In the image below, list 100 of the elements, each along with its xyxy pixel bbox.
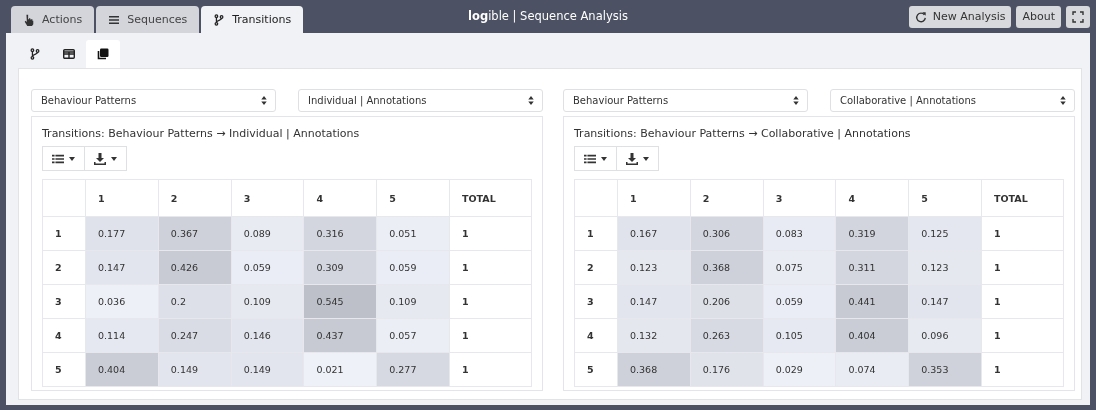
hand-icon bbox=[23, 13, 35, 26]
table-cell: 0.368 bbox=[617, 352, 691, 387]
table-cell: 0.426 bbox=[158, 250, 232, 285]
row-header: 5 bbox=[574, 352, 618, 387]
table-cell: 1 bbox=[449, 250, 532, 285]
table-cell: 0.176 bbox=[690, 352, 764, 387]
menu-icon bbox=[108, 13, 121, 26]
table-cell: 0.247 bbox=[158, 318, 232, 353]
download-icon bbox=[626, 152, 638, 165]
table-cell: 1 bbox=[981, 250, 1064, 285]
table-cell: 0.309 bbox=[303, 250, 377, 285]
download-icon bbox=[94, 152, 106, 165]
table-cell: 0.404 bbox=[85, 352, 159, 387]
table-cell: 1 bbox=[981, 352, 1064, 387]
updown-icon bbox=[261, 96, 267, 105]
table-cell: 0.074 bbox=[835, 352, 909, 387]
caret-icon bbox=[601, 156, 607, 161]
branch-icon bbox=[213, 13, 226, 26]
app-title: logible | Sequence Analysis bbox=[468, 9, 628, 23]
caret-icon bbox=[643, 156, 649, 161]
download-button[interactable] bbox=[617, 146, 659, 171]
table-cell: 1 bbox=[449, 352, 532, 387]
updown-icon bbox=[528, 96, 534, 105]
table-cell: 0.057 bbox=[376, 318, 450, 353]
column-header: 4 bbox=[303, 179, 377, 217]
column-header: 2 bbox=[158, 179, 232, 217]
row-header: 4 bbox=[42, 318, 86, 353]
header-button[interactable]: New Analysis bbox=[908, 5, 1012, 28]
column-header: 4 bbox=[835, 179, 909, 217]
caret-icon bbox=[69, 156, 75, 161]
table-cell: 0.125 bbox=[908, 216, 982, 251]
table-cell: 0.404 bbox=[835, 318, 909, 353]
card-title: Transitions: Behaviour Patterns → Individual | Annotations bbox=[42, 127, 361, 140]
header-button[interactable]: About bbox=[1016, 5, 1061, 28]
table-cell: 0.109 bbox=[231, 284, 304, 319]
table-cell: 0.306 bbox=[690, 216, 764, 251]
table-cell: 0.029 bbox=[763, 352, 836, 387]
card-title: Transitions: Behaviour Patterns → Collaborative | Annotations bbox=[574, 127, 912, 140]
table-cell: 0.167 bbox=[617, 216, 691, 251]
table-cell: 0.319 bbox=[835, 216, 909, 251]
select-dropdown[interactable]: Collaborative | Annotations bbox=[830, 89, 1075, 112]
fullscreen-button[interactable] bbox=[1066, 5, 1090, 28]
row-header: 3 bbox=[574, 284, 618, 319]
table-cell: 0.132 bbox=[617, 318, 691, 353]
column-header: 2 bbox=[690, 179, 764, 217]
table-cell: 0.149 bbox=[231, 352, 304, 387]
list-icon bbox=[584, 152, 596, 165]
row-header: 5 bbox=[42, 352, 86, 387]
table-cell: 0.206 bbox=[690, 284, 764, 319]
table-cell: 0.059 bbox=[231, 250, 304, 285]
list-icon bbox=[52, 152, 64, 165]
select-dropdown[interactable]: Behaviour Patterns bbox=[31, 89, 276, 112]
table-cell: 0.311 bbox=[835, 250, 909, 285]
table-cell: 0.437 bbox=[303, 318, 377, 353]
table-cell: 1 bbox=[449, 318, 532, 353]
table-cell: 0.021 bbox=[303, 352, 377, 387]
table-cell: 0.147 bbox=[617, 284, 691, 319]
table-cell: 0.114 bbox=[85, 318, 159, 353]
table-cell: 1 bbox=[449, 284, 532, 319]
table-cell: 0.123 bbox=[908, 250, 982, 285]
table-cell: 0.149 bbox=[158, 352, 232, 387]
redo-icon bbox=[914, 10, 927, 23]
table-cell: 0.263 bbox=[690, 318, 764, 353]
column-header: 3 bbox=[763, 179, 836, 217]
table-cell: 0.177 bbox=[85, 216, 159, 251]
nav-tab[interactable]: Transitions bbox=[201, 6, 304, 33]
columns-button[interactable] bbox=[42, 146, 85, 171]
row-header: 1 bbox=[574, 216, 618, 251]
caret-icon bbox=[111, 156, 117, 161]
view-tab[interactable] bbox=[86, 40, 120, 68]
table-cell: 1 bbox=[981, 284, 1064, 319]
table-cell: 0.146 bbox=[231, 318, 304, 353]
row-header: 4 bbox=[574, 318, 618, 353]
nav-tab[interactable]: Sequences bbox=[96, 6, 200, 33]
table-cell: 0.277 bbox=[376, 352, 450, 387]
columns-button[interactable] bbox=[574, 146, 617, 171]
select-dropdown[interactable]: Behaviour Patterns bbox=[563, 89, 808, 112]
table-cell: 0.316 bbox=[303, 216, 377, 251]
table-cell: 0.105 bbox=[763, 318, 836, 353]
table-cell: 1 bbox=[981, 318, 1064, 353]
table-cell: 0.075 bbox=[763, 250, 836, 285]
table-cell: 0.123 bbox=[617, 250, 691, 285]
table-cell: 0.353 bbox=[908, 352, 982, 387]
table-icon bbox=[63, 48, 75, 60]
table-cell: 0.367 bbox=[158, 216, 232, 251]
table-cell: 0.147 bbox=[85, 250, 159, 285]
column-header: TOTAL bbox=[449, 179, 532, 217]
table-cell: 0.096 bbox=[908, 318, 982, 353]
table-cell: 0.368 bbox=[690, 250, 764, 285]
column-header: 3 bbox=[231, 179, 304, 217]
nav-tab[interactable]: Actions bbox=[11, 6, 95, 33]
row-header: 2 bbox=[42, 250, 86, 285]
column-header: TOTAL bbox=[981, 179, 1064, 217]
column-header: 1 bbox=[85, 179, 159, 217]
table-cell: 0.2 bbox=[158, 284, 232, 319]
row-header: 1 bbox=[42, 216, 86, 251]
table-cell: 0.059 bbox=[376, 250, 450, 285]
download-button[interactable] bbox=[85, 146, 127, 171]
table-cell: 0.109 bbox=[376, 284, 450, 319]
select-dropdown[interactable]: Individual | Annotations bbox=[298, 89, 543, 112]
